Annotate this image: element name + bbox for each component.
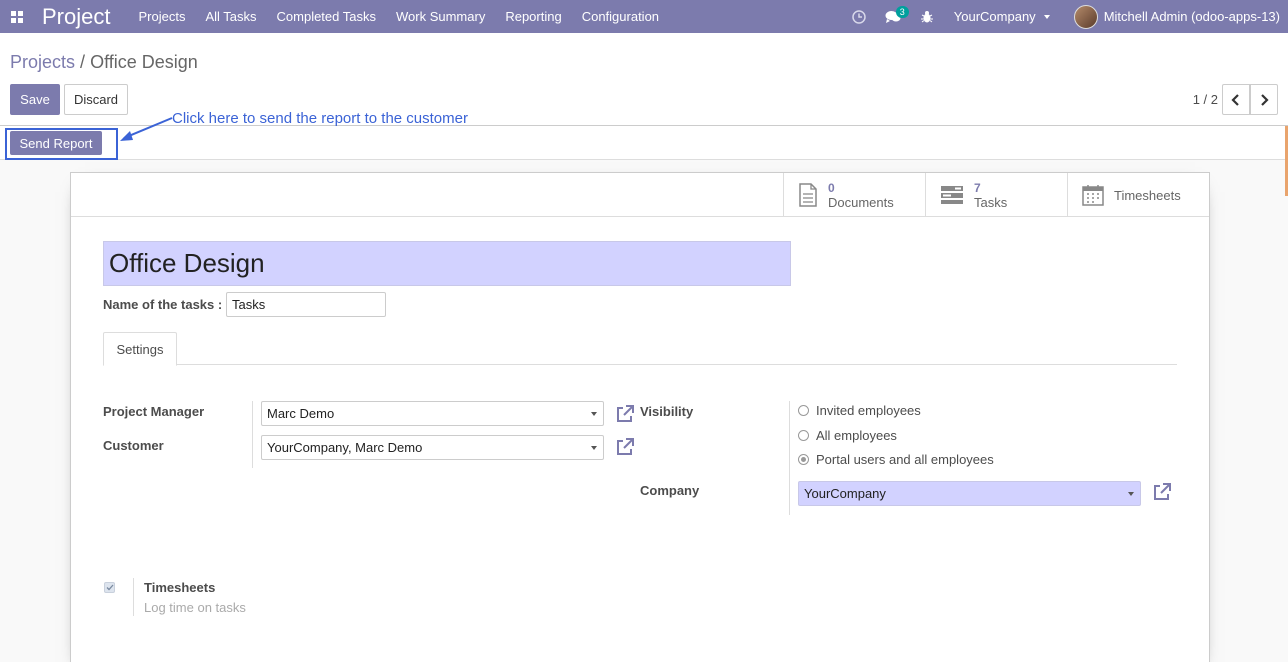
document-icon <box>799 183 817 207</box>
dropdown-caret-icon <box>1128 492 1134 496</box>
discard-button[interactable]: Discard <box>64 84 128 115</box>
annotation-arrow-icon <box>120 117 173 141</box>
company-select[interactable]: YourCompany <box>798 481 1141 506</box>
tasks-label: Tasks <box>974 194 1008 210</box>
menu-all-tasks[interactable]: All Tasks <box>195 0 266 33</box>
menu-configuration[interactable]: Configuration <box>572 0 669 33</box>
documents-label: Documents <box>828 194 894 210</box>
chevron-left-icon <box>1231 93 1239 106</box>
dropdown-caret-icon <box>591 446 597 450</box>
tasks-count: 7 <box>974 180 981 195</box>
project-name-input[interactable]: Office Design <box>103 241 791 286</box>
menu-reporting[interactable]: Reporting <box>495 0 571 33</box>
project-manager-value: Marc Demo <box>267 406 335 421</box>
visibility-label: Visibility <box>640 404 694 419</box>
breadcrumb: Projects / Office Design <box>10 52 198 73</box>
timesheets-smart-button[interactable]: Timesheets <box>1067 173 1209 217</box>
messages-icon[interactable]: 3 <box>876 0 910 33</box>
visibility-option-all-employees[interactable]: All employees <box>798 428 897 443</box>
name-of-tasks-label: Name of the tasks : <box>103 297 223 312</box>
external-link-icon[interactable] <box>615 437 635 457</box>
timesheets-setting-description: Log time on tasks <box>144 600 246 615</box>
company-value: YourCompany <box>804 486 886 501</box>
check-icon <box>106 584 113 591</box>
right-group-separator <box>789 401 790 515</box>
form-statusbar <box>0 126 1288 160</box>
activity-clock-icon[interactable] <box>842 0 876 33</box>
pager-previous-button[interactable] <box>1222 84 1250 115</box>
pager-value: 1 / 2 <box>1192 92 1218 107</box>
external-link-icon[interactable] <box>1152 482 1172 502</box>
customer-label: Customer <box>103 438 164 453</box>
annotation-highlight-box <box>5 128 118 160</box>
messages-badge: 3 <box>895 6 909 18</box>
chevron-right-icon <box>1261 93 1269 106</box>
form-sheet: 0 Documents 7 Tasks Timesheets Office De… <box>70 172 1210 662</box>
timesheets-setting-title: Timesheets <box>144 580 216 595</box>
tab-settings[interactable]: Settings <box>103 332 177 366</box>
apps-menu-icon[interactable] <box>0 0 34 33</box>
app-title: Project <box>42 3 111 29</box>
timesheets-separator <box>133 578 134 616</box>
radio-button-checked[interactable] <box>798 454 809 465</box>
documents-smart-button[interactable]: 0 Documents <box>783 173 925 217</box>
customer-value: YourCompany, Marc Demo <box>267 440 423 455</box>
top-navbar: Project Projects All Tasks Completed Tas… <box>0 0 1288 33</box>
left-group-separator <box>252 401 253 468</box>
pager-next-button[interactable] <box>1250 84 1278 115</box>
visibility-option-label: All employees <box>816 428 897 443</box>
timesheets-label: Timesheets <box>1114 187 1181 203</box>
calendar-icon <box>1082 185 1104 206</box>
chevron-down-icon <box>1043 14 1050 19</box>
customer-select[interactable]: YourCompany, Marc Demo <box>261 435 604 460</box>
dropdown-caret-icon <box>591 412 597 416</box>
annotation-text: Click here to send the report to the cus… <box>172 110 468 127</box>
external-link-icon[interactable] <box>615 404 635 424</box>
radio-button[interactable] <box>798 430 809 441</box>
company-switcher-label: YourCompany <box>953 9 1036 24</box>
debug-bug-icon[interactable] <box>910 0 944 33</box>
menu-completed-tasks[interactable]: Completed Tasks <box>267 0 386 33</box>
smart-button-box: 0 Documents 7 Tasks Timesheets <box>71 173 1209 217</box>
save-button[interactable]: Save <box>10 84 60 115</box>
visibility-option-portal[interactable]: Portal users and all employees <box>798 452 994 467</box>
visibility-option-label: Portal users and all employees <box>816 452 994 467</box>
tasks-icon <box>941 186 963 204</box>
company-switcher[interactable]: YourCompany <box>944 9 1060 24</box>
breadcrumb-projects-link[interactable]: Projects <box>10 52 75 72</box>
name-of-tasks-input[interactable]: Tasks <box>226 292 386 317</box>
project-manager-label: Project Manager <box>103 404 205 419</box>
user-name: Mitchell Admin (odoo-apps-13) <box>1103 9 1280 24</box>
visibility-option-invited[interactable]: Invited employees <box>798 403 921 418</box>
radio-button[interactable] <box>798 405 809 416</box>
breadcrumb-current: Office Design <box>90 52 198 72</box>
visibility-option-label: Invited employees <box>816 403 921 418</box>
breadcrumb-separator: / <box>80 52 86 72</box>
user-menu[interactable]: Mitchell Admin (odoo-apps-13) <box>1060 4 1288 29</box>
menu-work-summary[interactable]: Work Summary <box>386 0 495 33</box>
notebook-tabs: Settings <box>103 332 1177 366</box>
company-label: Company <box>640 483 700 498</box>
timesheets-checkbox[interactable] <box>104 582 115 593</box>
documents-count: 0 <box>828 180 835 195</box>
avatar <box>1073 4 1098 29</box>
menu-projects[interactable]: Projects <box>128 0 195 33</box>
project-manager-select[interactable]: Marc Demo <box>261 401 604 426</box>
tasks-smart-button[interactable]: 7 Tasks <box>925 173 1067 217</box>
